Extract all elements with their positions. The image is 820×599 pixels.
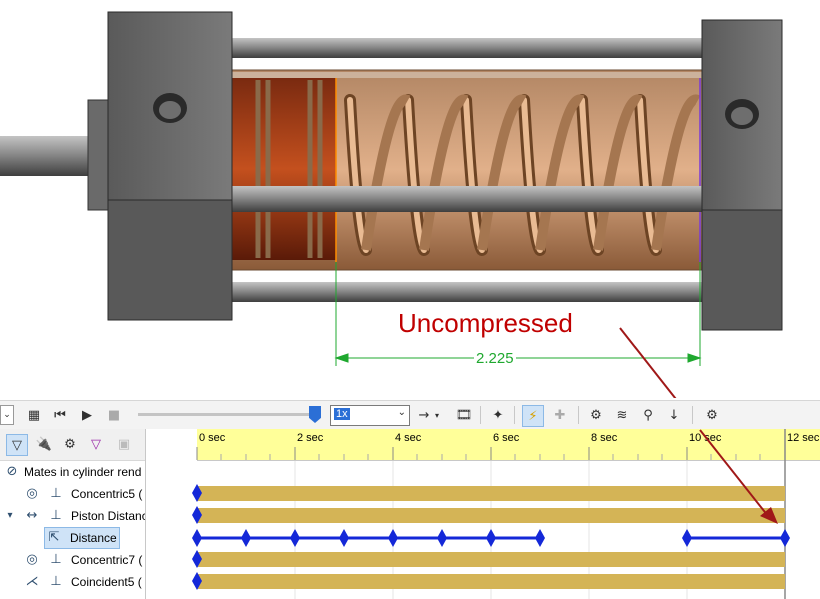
tree-item-piston-distance[interactable]: ▾ ↔ ⊥ Piston Distanc bbox=[0, 505, 145, 527]
spring-icon: ≋ bbox=[616, 407, 628, 423]
chevron-down-icon: ⌄ bbox=[397, 407, 406, 418]
motor-button[interactable]: ⚙ bbox=[586, 405, 606, 425]
tree-item-distance[interactable]: ⇱ Distance bbox=[0, 527, 145, 549]
filter-results-button[interactable]: ▽ bbox=[86, 434, 106, 454]
playback-mode-dropdown[interactable]: ▾ bbox=[432, 405, 442, 425]
arrow-right-icon: → bbox=[418, 407, 430, 423]
playback-speed-value: 1x bbox=[334, 408, 350, 420]
motion-toolbar: ⌄ ▦ ⏮ ▶ ■ 1x ⌄ → ▾ 🎞 ✦ ⚡ ✚ ⚙ ≋ ⚲ ↓ ⚙ bbox=[0, 400, 820, 429]
tree-item-coincident5[interactable]: ⋌ ⊥ Coincident5 ( bbox=[0, 571, 145, 593]
stop-icon: ■ bbox=[107, 407, 121, 423]
filter-animated-button[interactable]: ▽ bbox=[6, 434, 28, 456]
playback-slider-thumb[interactable] bbox=[309, 406, 321, 423]
motion-feature-tree: ▽ 🔌 ⚙ ▽ ▣ ⊘ Mates in cylinder rend ◎ ⊥ C… bbox=[0, 429, 146, 599]
distance-dimension-value[interactable]: 2.225 bbox=[474, 350, 516, 367]
study-type-dropdown[interactable]: ⌄ bbox=[0, 405, 14, 425]
filter-selected-icon: ⚙ bbox=[64, 436, 76, 452]
filter-selected-button[interactable]: ⚙ bbox=[60, 434, 80, 454]
distance-dimension-icon: ⇱ bbox=[48, 530, 60, 545]
add-key-button[interactable]: ✚ bbox=[550, 405, 570, 425]
tree-item-concentric5[interactable]: ◎ ⊥ Concentric5 ( bbox=[0, 483, 145, 505]
distance-mate-icon: ↔ bbox=[26, 508, 38, 523]
play-icon: ▶ bbox=[82, 407, 92, 423]
stop-button[interactable]: ■ bbox=[104, 405, 124, 425]
save-animation-icon: 🎞 bbox=[455, 407, 473, 423]
track-bar-concentric5 bbox=[197, 486, 785, 501]
tree-item-label: Piston Distanc bbox=[71, 509, 145, 523]
filter-icon: ▽ bbox=[12, 437, 22, 453]
tree-item-label: Concentric5 ( bbox=[71, 487, 143, 501]
tree-item-label: Distance bbox=[70, 531, 117, 545]
keyframe-diamond bbox=[535, 529, 545, 547]
keyframe-diamond bbox=[682, 529, 692, 547]
keyframe-diamond bbox=[437, 529, 447, 547]
tree-item-label: Mates in cylinder rend bbox=[24, 465, 142, 479]
ground-icon: ⊥ bbox=[50, 486, 62, 501]
calculate-button[interactable]: ▦ bbox=[24, 405, 44, 425]
auto-update-icon: ▣ bbox=[117, 436, 131, 452]
keyframe-diamond bbox=[290, 529, 300, 547]
play-from-start-button[interactable]: ⏮ bbox=[50, 405, 70, 425]
keyframe-diamond bbox=[241, 529, 251, 547]
playback-mode-button[interactable]: → bbox=[414, 405, 434, 425]
keyframe-diamond bbox=[780, 529, 790, 547]
graphics-viewport[interactable]: Uncompressed 2.225 bbox=[0, 0, 820, 398]
keyframe-diamond bbox=[388, 529, 398, 547]
save-animation-button[interactable]: 🎞 bbox=[454, 405, 474, 425]
study-properties-icon: ⚙ bbox=[706, 407, 718, 423]
ground-icon: ⊥ bbox=[50, 574, 62, 589]
tree-item-concentric7[interactable]: ◎ ⊥ Concentric7 ( bbox=[0, 549, 145, 571]
autokey-icon: ⚡ bbox=[528, 408, 538, 424]
filter-driving-button[interactable]: 🔌 bbox=[34, 434, 54, 454]
chevron-down-icon: ▾ bbox=[434, 410, 439, 420]
calculate-icon: ▦ bbox=[27, 407, 41, 423]
track-bar-piston-distance bbox=[197, 508, 785, 523]
playback-slider-track[interactable] bbox=[138, 413, 314, 416]
contact-icon: ⚲ bbox=[643, 407, 653, 423]
spring-button[interactable]: ≋ bbox=[612, 405, 632, 425]
study-properties-button[interactable]: ⚙ bbox=[702, 405, 722, 425]
timeline-tracks[interactable] bbox=[146, 429, 820, 599]
coincident-mate-icon: ⋌ bbox=[25, 574, 39, 589]
timeline-area[interactable]: 0 sec 2 sec 4 sec 6 sec 8 sec 10 sec 12 … bbox=[146, 429, 820, 599]
playback-speed-select[interactable]: 1x ⌄ bbox=[330, 405, 410, 426]
add-key-icon: ✚ bbox=[554, 407, 566, 423]
concentric-mate-icon: ◎ bbox=[26, 486, 38, 501]
tree-filter-toolbar: ▽ 🔌 ⚙ ▽ ▣ bbox=[0, 429, 145, 461]
mates-folder-icon: ⊘ bbox=[6, 464, 18, 479]
gravity-button[interactable]: ↓ bbox=[664, 405, 684, 425]
filter-driving-icon: 🔌 bbox=[35, 436, 53, 452]
ground-icon: ⊥ bbox=[50, 508, 62, 523]
play-from-start-icon: ⏮ bbox=[54, 407, 66, 423]
filter-results-icon: ▽ bbox=[91, 436, 101, 452]
tree-item-label: Coincident5 ( bbox=[71, 575, 142, 589]
chevron-down-icon: ⌄ bbox=[3, 410, 11, 420]
ground-icon: ⊥ bbox=[50, 552, 62, 567]
autokey-button[interactable]: ⚡ bbox=[522, 405, 544, 427]
track-bar-concentric7 bbox=[197, 552, 785, 567]
tree-item-label: Concentric7 ( bbox=[71, 553, 143, 567]
animation-wizard-icon: ✦ bbox=[492, 407, 504, 423]
auto-update-button[interactable]: ▣ bbox=[114, 434, 134, 454]
concentric-mate-icon: ◎ bbox=[26, 552, 38, 567]
motor-icon: ⚙ bbox=[590, 407, 602, 423]
uncompressed-annotation: Uncompressed bbox=[398, 308, 573, 338]
tree-item-mates-folder[interactable]: ⊘ Mates in cylinder rend bbox=[0, 461, 145, 483]
keyframe-diamond bbox=[192, 529, 202, 547]
contact-button[interactable]: ⚲ bbox=[638, 405, 658, 425]
track-bar-coincident5 bbox=[197, 574, 785, 589]
keyframe-diamond bbox=[339, 529, 349, 547]
gravity-icon: ↓ bbox=[668, 407, 680, 423]
animation-wizard-button[interactable]: ✦ bbox=[488, 405, 508, 425]
play-button[interactable]: ▶ bbox=[77, 405, 97, 425]
chevron-down-icon[interactable]: ▾ bbox=[2, 508, 18, 524]
keyframe-diamond bbox=[486, 529, 496, 547]
